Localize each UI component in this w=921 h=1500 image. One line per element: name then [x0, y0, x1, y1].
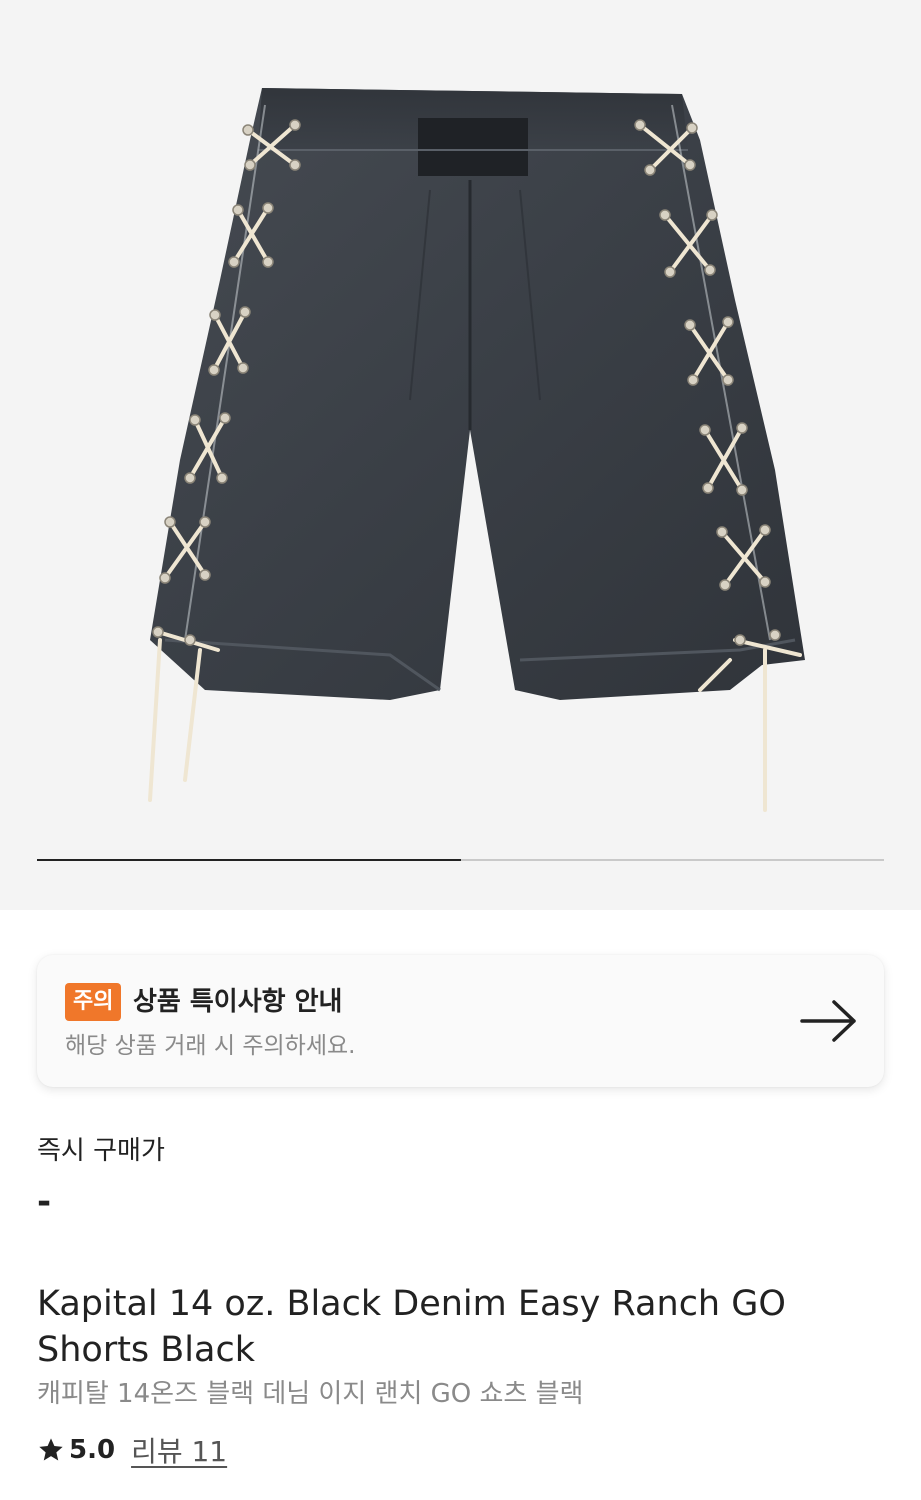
notice-title: 상품 특이사항 안내	[133, 987, 343, 1017]
arrow-right-icon	[800, 1000, 856, 1042]
gallery-progress-fill	[37, 859, 461, 861]
gallery-progress-track	[37, 859, 884, 861]
rating-value: 5.0	[69, 1435, 116, 1465]
caution-badge: 주의	[65, 983, 122, 1021]
product-image	[148, 88, 805, 812]
notice-description: 해당 상품 거래 시 주의하세요.	[65, 1033, 356, 1059]
product-title: Kapital 14 oz. Black Denim Easy Ranch GO…	[37, 1284, 786, 1370]
instant-price-label: 즉시 구매가	[37, 1136, 165, 1166]
rating-row: 5.0 리뷰 11	[37, 1430, 227, 1470]
product-subtitle: 캐피탈 14온즈 블랙 데님 이지 랜치 GO 쇼츠 블랙	[37, 1379, 584, 1409]
star-icon	[39, 1438, 63, 1461]
review-link[interactable]: 리뷰 11	[131, 1430, 227, 1470]
product-notice-card[interactable]: 주의 상품 특이사항 안내 해당 상품 거래 시 주의하세요.	[37, 955, 884, 1087]
instant-price-value: -	[37, 1182, 52, 1222]
product-image-gallery[interactable]	[0, 0, 921, 910]
